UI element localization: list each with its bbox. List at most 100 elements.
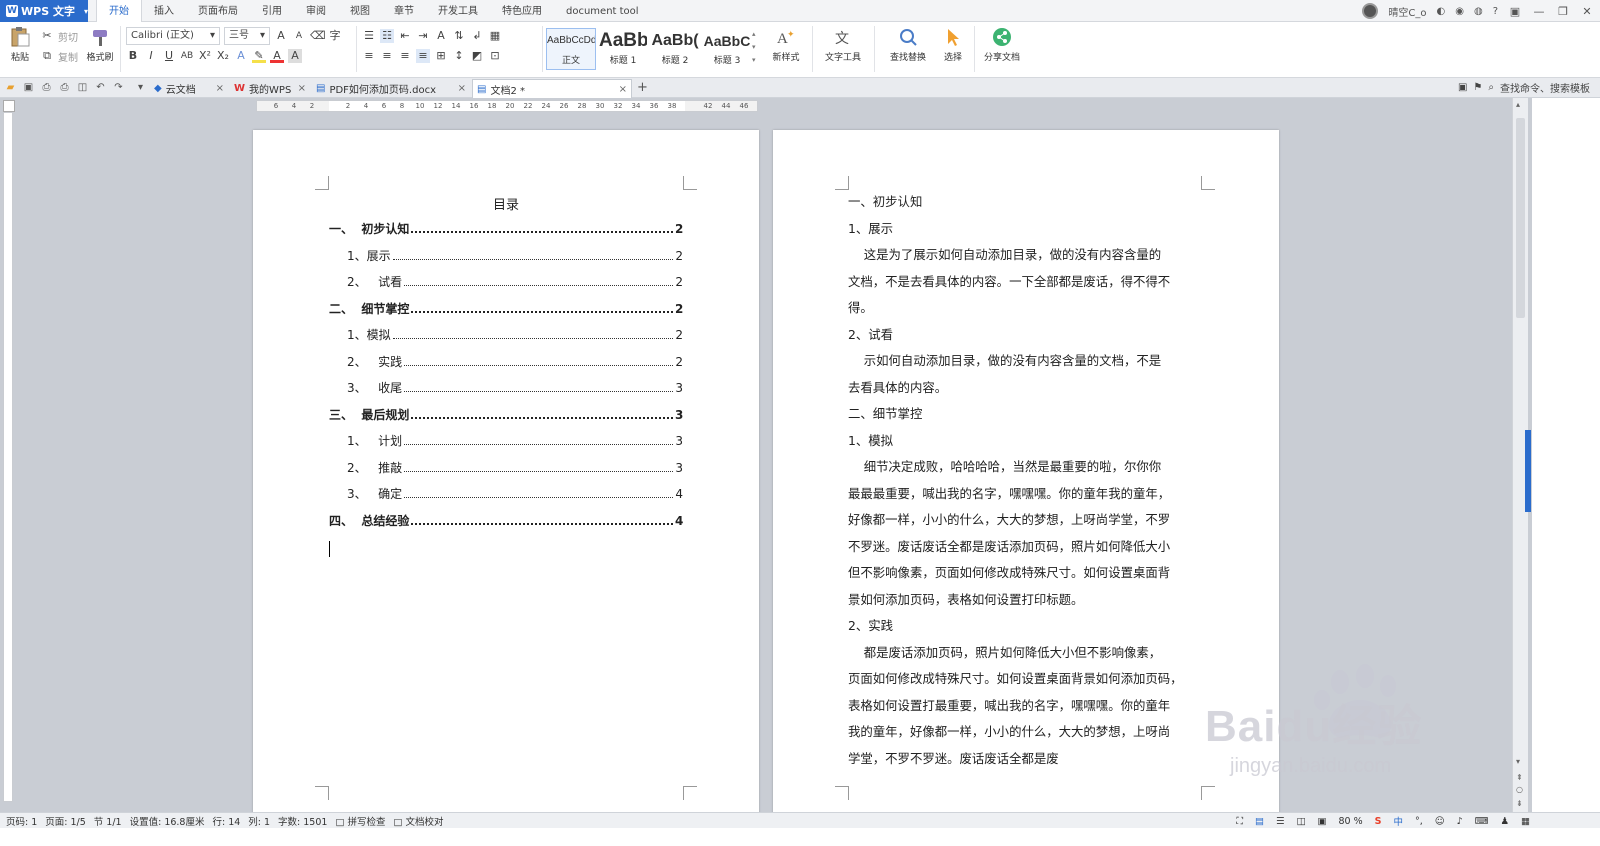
toc-entry[interactable]: 一、 初步认知 2 <box>329 220 683 238</box>
ime-menu-icon[interactable]: ▦ <box>1521 816 1530 827</box>
flag-icon[interactable]: ⚑ <box>1473 82 1482 93</box>
new-style-button[interactable]: A ✦ 新样式 <box>766 26 806 74</box>
align-left-icon[interactable]: ≡ <box>362 49 376 63</box>
tab-references[interactable]: 引用 <box>250 0 294 22</box>
user-name[interactable]: 晴空C_o <box>1388 4 1426 19</box>
numbering-icon[interactable]: ☷ <box>380 29 394 43</box>
highlight-icon[interactable]: ✎ <box>252 49 266 63</box>
undo-icon[interactable]: ↶ <box>94 81 107 94</box>
style-heading-1[interactable]: AaBb 标题 1 <box>598 28 648 70</box>
fullscreen-icon[interactable]: ⛶ <box>1236 816 1243 827</box>
scroll-up-icon[interactable]: ▴ <box>1516 100 1520 109</box>
tab-developer[interactable]: 开发工具 <box>426 0 490 22</box>
scroll-thumb[interactable] <box>1516 118 1525 318</box>
minimize-button[interactable]: — <box>1532 5 1546 18</box>
page-body[interactable]: 一、初步认知 1、展示 这是为了展示如何自动添加目录，做的没有内容含量的 文档，不是… <box>773 130 1279 814</box>
help-icon[interactable]: ? <box>1493 6 1498 17</box>
line-spacing-icon[interactable]: ↕ <box>452 49 466 63</box>
doc-tab-cloud[interactable]: ◆ 云文档 × <box>150 79 228 98</box>
font-color-icon[interactable]: A <box>270 49 284 63</box>
grow-font-icon[interactable]: A <box>274 29 288 43</box>
maximize-button[interactable]: ❐ <box>1556 5 1570 18</box>
font-size-select[interactable]: 三号 ▾ <box>224 27 270 45</box>
ime-logo-icon[interactable]: S <box>1375 816 1382 827</box>
status-word-count[interactable]: 字数: 1501 <box>278 814 327 828</box>
app-menu-button[interactable]: W WPS 文字 ▾ <box>0 0 88 22</box>
toc-entry[interactable]: 1、 模拟 2 <box>347 326 683 344</box>
toc-entry[interactable]: 2、 推敲 3 <box>347 459 683 477</box>
print-icon[interactable]: ⎙ <box>58 81 71 94</box>
shrink-font-icon[interactable]: A <box>292 29 306 43</box>
close-button[interactable]: ✕ <box>1580 5 1594 18</box>
chinese-layout-icon[interactable]: A <box>434 29 448 43</box>
page-view-icon[interactable]: ▤ <box>1255 816 1264 827</box>
format-painter-button[interactable]: 格式刷 <box>84 26 116 74</box>
strikethrough-icon[interactable]: AB <box>180 49 194 63</box>
superscript-icon[interactable]: X² <box>198 49 212 63</box>
ime-chinese-icon[interactable]: 中 <box>1393 814 1403 828</box>
open-folder-icon[interactable]: ▰ <box>4 81 17 94</box>
increase-indent-icon[interactable]: ⇥ <box>416 29 430 43</box>
toc-entry[interactable]: 二、 细节掌控 2 <box>329 300 683 318</box>
font-name-select[interactable]: Calibri (正文) ▾ <box>126 27 220 45</box>
toc-entry[interactable]: 3、 收尾 3 <box>347 379 683 397</box>
vertical-ruler[interactable] <box>3 112 13 802</box>
underline-icon[interactable]: U <box>162 49 176 63</box>
prev-page-icon[interactable]: ⇞ <box>1516 773 1523 782</box>
status-setting[interactable]: 设置值: 16.8厘米 <box>130 814 205 828</box>
bold-icon[interactable]: B <box>126 49 140 63</box>
scroll-down-icon[interactable]: ▾ <box>1516 757 1520 766</box>
toc-entry[interactable]: 2、 实践 2 <box>347 353 683 371</box>
char-shading-icon[interactable]: A <box>288 49 302 63</box>
ime-skin-icon[interactable]: ♟ <box>1500 816 1509 827</box>
status-section[interactable]: 节 1/1 <box>94 814 122 828</box>
read-mode-icon[interactable]: ▣ <box>1318 816 1327 827</box>
doc-tab-document2[interactable]: ▤ 文档2 * × <box>472 79 632 98</box>
ruler-corner[interactable] <box>3 100 15 112</box>
restore-ribbon-icon[interactable]: ▣ <box>1508 5 1522 18</box>
select-button[interactable]: 选择 <box>936 26 970 74</box>
justify-icon[interactable]: ≡ <box>416 49 430 63</box>
tab-features[interactable]: 特色应用 <box>490 0 554 22</box>
avatar[interactable] <box>1362 3 1379 19</box>
toc-entry[interactable]: 1、 计划 3 <box>347 432 683 450</box>
zoom-level[interactable]: 80 % <box>1339 816 1363 827</box>
bullets-icon[interactable]: ☰ <box>362 29 376 43</box>
spell-check-toggle[interactable]: □ 拼写检查 <box>335 814 385 828</box>
paste-button[interactable]: 粘贴 <box>6 26 34 74</box>
page-toc[interactable]: 目录 一、 初步认知 2 1、 展示 2 2、 试看 2 二、 细节掌控 2 1、 模拟 2 2、 实践… <box>253 130 759 814</box>
text-tool-button[interactable]: 文 文字工具 <box>818 26 868 74</box>
doc-tab-my-wps[interactable]: W 我的WPS × <box>230 79 310 98</box>
tab-view[interactable]: 视图 <box>338 0 382 22</box>
toc-entry[interactable]: 三、 最后规划 3 <box>329 406 683 424</box>
text-effect-icon[interactable]: A <box>234 49 248 63</box>
ime-voice-icon[interactable]: ♪ <box>1457 816 1463 827</box>
close-icon[interactable]: × <box>619 84 627 95</box>
new-tab-icon[interactable]: + <box>636 81 649 94</box>
horizontal-ruler[interactable]: 6 4 2 2 4 6 8 10 12 14 16 18 20 22 24 26 28 30 32 34 36 38 42 4… <box>256 100 758 112</box>
close-icon[interactable]: × <box>216 83 224 94</box>
shading-icon[interactable]: ◩ <box>470 49 484 63</box>
web-view-icon[interactable]: ◫ <box>1297 816 1306 827</box>
status-col[interactable]: 列: 1 <box>248 814 270 828</box>
panel-icon[interactable]: ▣ <box>1458 82 1467 93</box>
style-heading-3[interactable]: AaBbC 标题 3 <box>702 28 752 70</box>
clear-format-icon[interactable]: ⌫ <box>310 29 326 43</box>
sync-icon[interactable]: ◉ <box>1455 6 1464 17</box>
skin-icon[interactable]: ◐ <box>1436 6 1445 17</box>
subscript-icon[interactable]: X₂ <box>216 49 230 63</box>
align-right-icon[interactable]: ≡ <box>398 49 412 63</box>
ime-emoji-icon[interactable]: ☺ <box>1435 816 1445 827</box>
style-heading-2[interactable]: AaBb( 标题 2 <box>650 28 700 70</box>
status-row[interactable]: 行: 14 <box>212 814 240 828</box>
close-icon[interactable]: × <box>298 83 306 94</box>
close-icon[interactable]: × <box>458 83 466 94</box>
doc-tab-pdf-page-numbers[interactable]: ▤ PDF如何添加页码.docx × <box>312 79 470 98</box>
style-normal[interactable]: AaBbCcDd 正文 <box>546 28 596 70</box>
next-page-icon[interactable]: ⇟ <box>1516 799 1523 808</box>
toc-entry[interactable]: 四、 总结经验 4 <box>329 512 683 530</box>
tab-page-layout[interactable]: 页面布局 <box>186 0 250 22</box>
share-doc-button[interactable]: 分享文档 <box>980 26 1024 74</box>
find-command-input[interactable]: 查找命令、搜索模板 <box>1500 80 1590 95</box>
save-icon[interactable]: ▣ <box>22 81 35 94</box>
